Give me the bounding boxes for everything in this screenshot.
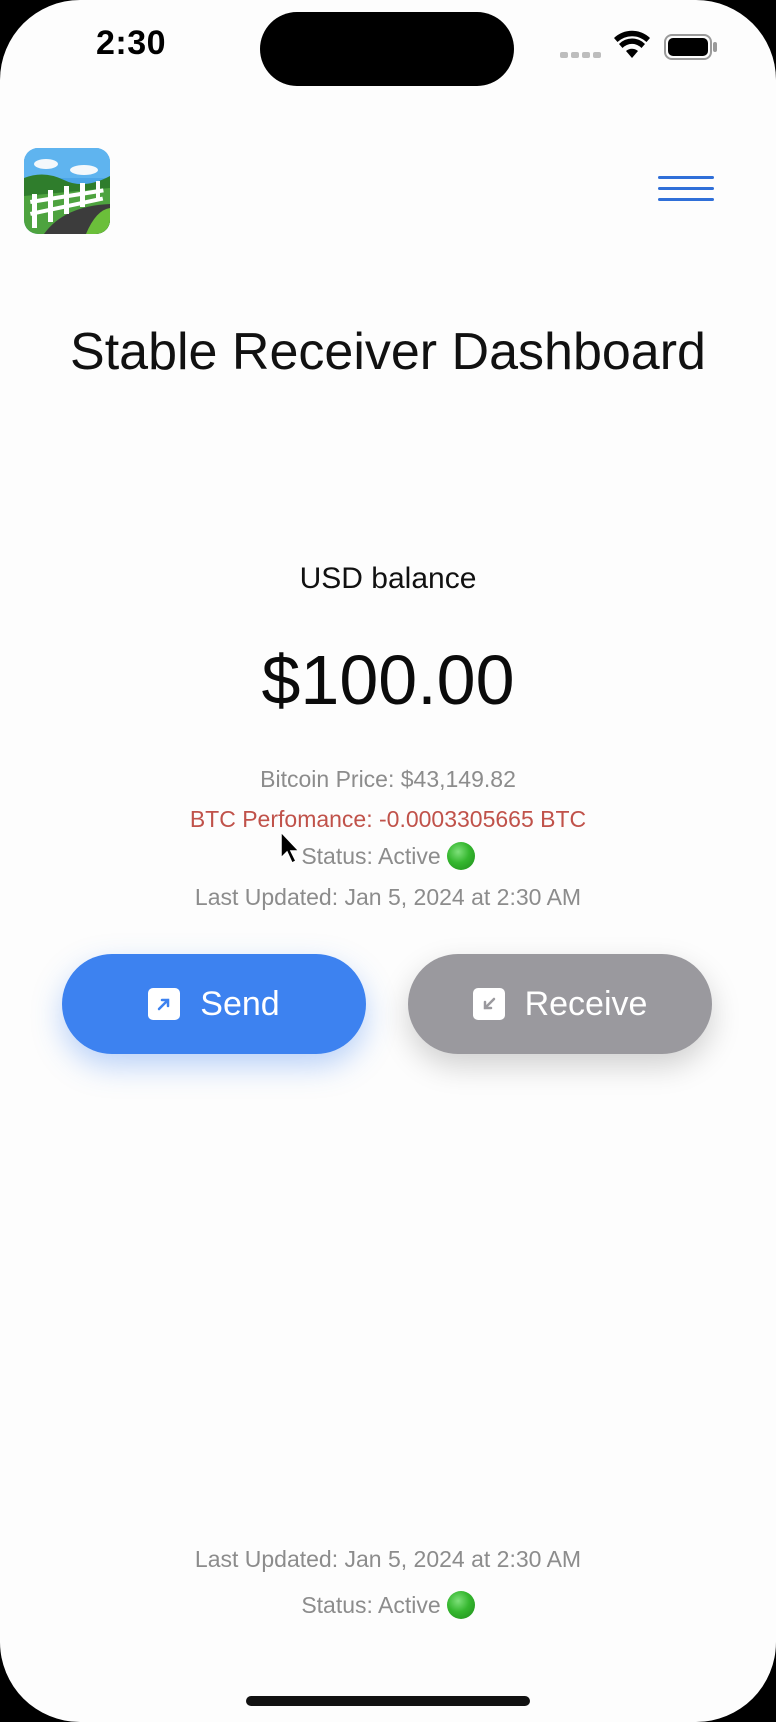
- footer-status-line: Status: Active: [0, 1590, 776, 1621]
- page-title: Stable Receiver Dashboard: [70, 323, 706, 381]
- balance-label: USD balance: [299, 562, 477, 595]
- footer-status-active-dot-icon: [446, 1590, 475, 1619]
- last-updated: Last Updated: Jan 5, 2024 at 2:30 AM: [194, 884, 582, 910]
- bitcoin-price: Bitcoin Price: $43,149.82: [260, 766, 516, 792]
- arrow-down-left-icon: [472, 988, 505, 1020]
- wifi-icon: [614, 30, 650, 58]
- status-line: Status: Active: [0, 841, 776, 872]
- status-bar: 2:30: [0, 0, 776, 100]
- footer-last-updated: Last Updated: Jan 5, 2024 at 2:30 AM: [194, 1546, 582, 1572]
- send-label: Send: [200, 984, 280, 1023]
- fence-landscape-logo-icon: [24, 148, 110, 234]
- balance-amount: $100.00: [261, 641, 515, 719]
- receive-button[interactable]: Receive: [408, 954, 712, 1054]
- dynamic-island: [260, 12, 514, 86]
- signal-icon: [560, 52, 602, 60]
- status-text: Status: Active: [301, 843, 441, 869]
- hamburger-menu-icon[interactable]: [656, 170, 716, 210]
- receive-label: Receive: [524, 984, 648, 1023]
- mouse-cursor-icon: [280, 830, 301, 865]
- arrow-up-right-icon: [148, 988, 181, 1020]
- send-button[interactable]: Send: [62, 954, 366, 1054]
- app-logo: [24, 148, 110, 234]
- status-active-dot-icon: [446, 841, 475, 870]
- footer-status-text: Status: Active: [301, 1592, 441, 1618]
- status-time: 2:30: [96, 24, 167, 62]
- battery-icon: [664, 34, 717, 60]
- btc-performance: BTC Perfomance: -0.0003305665 BTC: [189, 806, 587, 832]
- phone-screen: 2:30 Stable Receiver Dashboard USD balan…: [0, 0, 776, 1722]
- home-indicator[interactable]: [246, 1696, 530, 1706]
